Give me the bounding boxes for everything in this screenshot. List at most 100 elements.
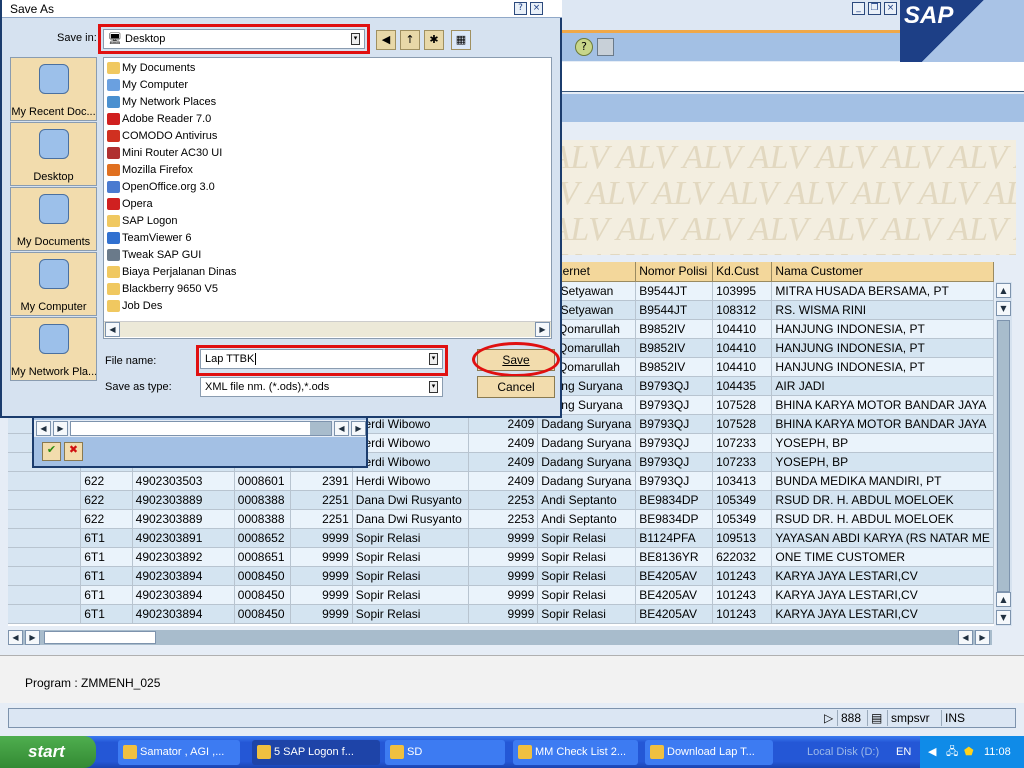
table-cell[interactable]: BUNDA MEDIKA MANDIRI, PT: [771, 471, 994, 491]
table-cell[interactable]: 108312: [712, 300, 773, 320]
table-cell[interactable]: BE8136YR: [635, 547, 714, 567]
table-cell[interactable]: 101243: [712, 604, 773, 624]
table-cell[interactable]: [8, 528, 82, 548]
table-cell[interactable]: 104410: [712, 338, 773, 358]
table-cell[interactable]: 6T1: [80, 585, 133, 605]
table-cell[interactable]: 622032: [712, 547, 773, 567]
network-icon[interactable]: 🖧: [946, 736, 958, 768]
table-cell[interactable]: B9544JT: [635, 281, 714, 301]
file-item[interactable]: TeamViewer 6: [106, 230, 192, 247]
table-cell[interactable]: YOSEPH, BP: [771, 433, 994, 453]
table-cell[interactable]: 0008652: [234, 528, 291, 548]
tray-expand-icon[interactable]: ◀: [928, 736, 936, 768]
table-cell[interactable]: 107233: [712, 452, 773, 472]
cancel-button[interactable]: Cancel: [477, 376, 555, 398]
table-cell[interactable]: B9793QJ: [635, 395, 714, 415]
file-name-input[interactable]: Lap TTBK ▾: [200, 349, 443, 369]
scroll-left-icon[interactable]: ◀: [8, 630, 23, 645]
table-cell[interactable]: HANJUNG INDONESIA, PT: [771, 357, 994, 377]
table-row[interactable]: 6T1 4902303894 0008450 9999 Sopir Relasi 9999…: [8, 585, 994, 605]
file-list-scrollbar[interactable]: [104, 321, 551, 337]
file-item[interactable]: Tweak SAP GUI: [106, 247, 201, 264]
file-item[interactable]: Job Des: [106, 298, 162, 315]
scroll-left-icon[interactable]: ◀: [334, 421, 349, 436]
table-cell[interactable]: BE9834DP: [635, 509, 714, 529]
places-my-network-pla[interactable]: My Network Pla...: [10, 317, 97, 381]
file-item[interactable]: My Computer: [106, 77, 188, 94]
scroll-up-icon[interactable]: ▲: [996, 283, 1011, 298]
table-cell[interactable]: Dana Dwi Rusyanto: [352, 490, 469, 510]
table-cell[interactable]: 2251: [290, 490, 353, 510]
table-cell[interactable]: MITRA HUSADA BERSAMA, PT: [771, 281, 994, 301]
table-cell[interactable]: HANJUNG INDONESIA, PT: [771, 338, 994, 358]
table-cell[interactable]: 9999: [290, 566, 353, 586]
column-header[interactable]: Nama Customer: [771, 262, 994, 282]
table-cell[interactable]: 0008450: [234, 566, 291, 586]
table-cell[interactable]: YAYASAN ABDI KARYA (RS NATAR ME: [771, 528, 994, 548]
restore-button[interactable]: ❐: [868, 2, 881, 15]
save-in-combo[interactable]: 🖥 Desktop ▾: [103, 29, 365, 49]
shield-icon[interactable]: ⬟: [964, 736, 974, 768]
places-my-recent-doc[interactable]: My Recent Doc...: [10, 57, 97, 121]
table-cell[interactable]: RS. WISMA RINI: [771, 300, 994, 320]
table-cell[interactable]: BE4205AV: [635, 566, 714, 586]
table-cell[interactable]: BE4205AV: [635, 604, 714, 624]
table-cell[interactable]: 0008601: [234, 471, 291, 491]
table-cell[interactable]: HANJUNG INDONESIA, PT: [771, 319, 994, 339]
places-desktop[interactable]: Desktop: [10, 122, 97, 186]
table-cell[interactable]: B9793QJ: [635, 376, 714, 396]
table-cell[interactable]: Sopir Relasi: [537, 547, 637, 567]
close-button[interactable]: ×: [884, 2, 897, 15]
table-cell[interactable]: 2253: [468, 509, 539, 529]
table-cell[interactable]: 2409: [468, 452, 539, 472]
file-item[interactable]: Blackberry 9650 V5: [106, 281, 218, 298]
table-cell[interactable]: 4902303889: [132, 509, 235, 529]
table-cell[interactable]: B9852IV: [635, 319, 714, 339]
help-icon[interactable]: ?: [514, 2, 527, 15]
table-cell[interactable]: 9999: [468, 604, 539, 624]
table-cell[interactable]: 622: [80, 509, 133, 529]
table-cell[interactable]: BHINA KARYA MOTOR BANDAR JAYA: [771, 395, 994, 415]
save-type-select[interactable]: XML file nm. (*.ods),*.ods ▾: [200, 377, 443, 397]
table-cell[interactable]: KARYA JAYA LESTARI,CV: [771, 604, 994, 624]
table-cell[interactable]: Sopir Relasi: [537, 604, 637, 624]
file-item[interactable]: My Documents: [106, 60, 195, 77]
table-cell[interactable]: Herdi Wibowo: [352, 452, 469, 472]
table-cell[interactable]: 4902303889: [132, 490, 235, 510]
scroll-right-icon[interactable]: ▶: [25, 630, 40, 645]
table-cell[interactable]: RSUD DR. H. ABDUL MOELOEK: [771, 509, 994, 529]
taskbar-item[interactable]: SD: [385, 740, 505, 765]
file-item[interactable]: SAP Logon: [106, 213, 177, 230]
table-cell[interactable]: B1124PFA: [635, 528, 714, 548]
table-cell[interactable]: 101243: [712, 585, 773, 605]
table-cell[interactable]: 6T1: [80, 604, 133, 624]
minimize-button[interactable]: _: [852, 2, 865, 15]
table-cell[interactable]: B9852IV: [635, 338, 714, 358]
table-cell[interactable]: 105349: [712, 490, 773, 510]
file-list[interactable]: My Documents My Computer My Network Places…: [103, 57, 552, 339]
table-cell[interactable]: 6T1: [80, 528, 133, 548]
session-icon[interactable]: ▤: [867, 710, 885, 726]
table-cell[interactable]: 2391: [290, 471, 353, 491]
table-cell[interactable]: Sopir Relasi: [537, 566, 637, 586]
table-cell[interactable]: YOSEPH, BP: [771, 452, 994, 472]
table-cell[interactable]: 4902303894: [132, 585, 235, 605]
table-cell[interactable]: [8, 490, 82, 510]
view-menu-icon[interactable]: ▦: [451, 30, 471, 50]
table-cell[interactable]: Dadang Suryana: [537, 471, 637, 491]
table-cell[interactable]: 9999: [290, 585, 353, 605]
table-cell[interactable]: KARYA JAYA LESTARI,CV: [771, 566, 994, 586]
confirm-check-icon[interactable]: ✔: [42, 442, 61, 461]
scroll-right-icon[interactable]: ▶: [351, 421, 366, 436]
table-row[interactable]: 622 4902303889 0008388 2251 Dana Dwi Rusyant…: [8, 490, 994, 510]
back-icon[interactable]: ◀: [376, 30, 396, 50]
table-cell[interactable]: ONE TIME CUSTOMER: [771, 547, 994, 567]
places-my-computer[interactable]: My Computer: [10, 252, 97, 316]
cancel-x-icon[interactable]: ✖: [64, 442, 83, 461]
layout-icon[interactable]: [597, 38, 614, 56]
table-cell[interactable]: [8, 566, 82, 586]
table-cell[interactable]: 4902303894: [132, 566, 235, 586]
scroll-left-icon[interactable]: ◀: [105, 322, 120, 337]
file-item[interactable]: My Network Places: [106, 94, 216, 111]
table-row[interactable]: 6T1 4902303892 0008651 9999 Sopir Relasi 9999…: [8, 547, 994, 567]
